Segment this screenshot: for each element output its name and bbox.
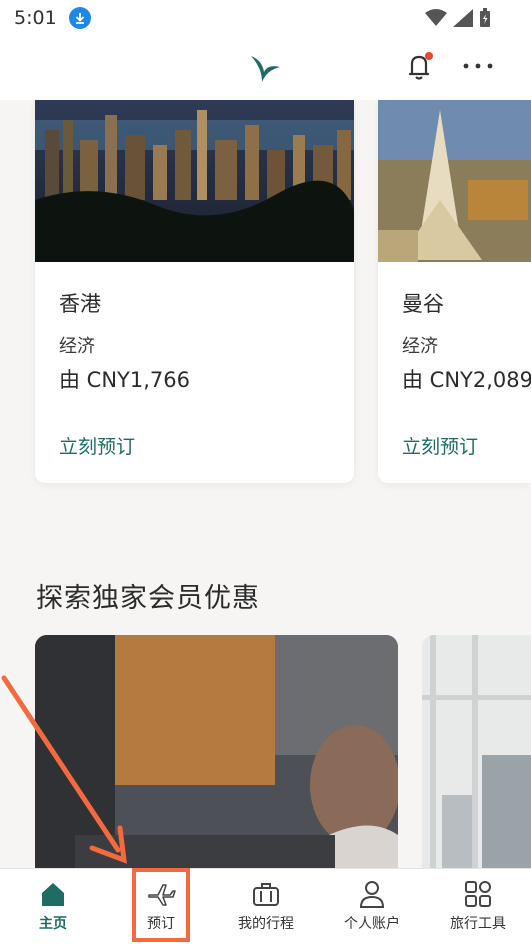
signal-icon	[453, 9, 473, 27]
status-icons	[425, 8, 491, 28]
download-icon	[68, 7, 91, 29]
nav-my-trips[interactable]: 我的行程	[222, 869, 310, 944]
bell-icon[interactable]	[404, 50, 436, 82]
home-icon	[42, 883, 64, 906]
book-now-link[interactable]: 立刻预订	[59, 432, 135, 459]
card-price: 由 CNY2,089	[402, 368, 531, 392]
annotation-arrow	[1, 675, 127, 864]
grid-icon	[465, 881, 491, 907]
card-cabin: 经济	[402, 336, 438, 357]
destination-card-hong-kong[interactable]: 香港 经济 由 CNY1,766 立刻预订	[35, 100, 354, 483]
bangkok-image	[378, 100, 531, 262]
bottom-nav: 主页 预订 我的行程 个人账户 旅行工具	[0, 868, 531, 944]
card-city: 曼谷	[402, 292, 444, 316]
book-now-link[interactable]: 立刻预订	[402, 432, 478, 459]
nav-home[interactable]: 主页	[16, 869, 90, 944]
nav-travel-tools[interactable]: 旅行工具	[434, 869, 522, 944]
more-icon[interactable]	[462, 62, 494, 70]
card-price: 由 CNY1,766	[59, 368, 190, 392]
cathay-logo[interactable]	[248, 52, 282, 84]
status-bar: 5:01	[0, 0, 531, 36]
suitcase-icon	[253, 883, 279, 906]
app-header	[0, 36, 531, 100]
person-icon	[359, 881, 385, 908]
card-city: 香港	[59, 292, 101, 316]
nav-label: 我的行程	[238, 916, 294, 932]
destination-card-bangkok[interactable]: 曼谷 经济 由 CNY2,089 立刻预订	[378, 100, 531, 483]
hong-kong-image	[35, 100, 354, 262]
nav-account[interactable]: 个人账户	[328, 869, 416, 944]
nav-label: 个人账户	[344, 916, 400, 932]
battery-icon	[480, 8, 490, 27]
wifi-icon	[425, 9, 447, 26]
status-time: 5:01	[14, 7, 57, 29]
member-offer-card-2[interactable]	[422, 635, 531, 870]
promo-image	[422, 635, 531, 870]
nav-label: 主页	[39, 916, 67, 932]
highlight-box	[132, 868, 190, 942]
nav-label: 旅行工具	[450, 916, 506, 932]
section-title: 探索独家会员优惠	[36, 583, 260, 614]
card-cabin: 经济	[59, 336, 95, 357]
